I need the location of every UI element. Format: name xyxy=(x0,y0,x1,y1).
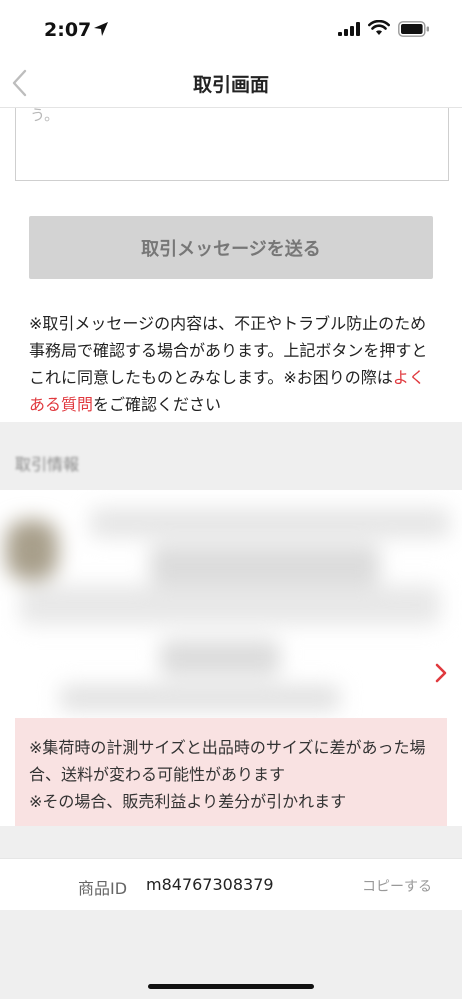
shipping-size-warning: ※集荷時の計測サイズと出品時のサイズに差があった場合、送料が変わる可能性がありま… xyxy=(15,718,447,826)
blurred-text-line xyxy=(90,508,450,538)
blurred-item-details xyxy=(0,490,462,718)
send-message-button[interactable]: 取引メッセージを送る xyxy=(29,216,433,279)
product-id-label: 商品ID xyxy=(78,879,128,898)
product-id-row: 商品ID m84767308379 コピーする xyxy=(0,858,462,910)
status-bar: 2:07 xyxy=(0,0,462,58)
product-id-value: m84767308379 xyxy=(146,875,274,894)
warning-line-2: ※その場合、販売利益より差分が引かれます xyxy=(29,792,347,811)
message-notice: ※取引メッセージの内容は、不正やトラブル防止のため事務局で確認する場合があります… xyxy=(29,310,439,418)
location-arrow-icon xyxy=(94,22,108,36)
cellular-signal-icon xyxy=(338,22,360,36)
item-thumbnail xyxy=(6,520,58,580)
notice-text: ※取引メッセージの内容は、不正やトラブル防止のため事務局で確認する場合があります… xyxy=(29,314,428,387)
transaction-item-card[interactable] xyxy=(0,490,462,718)
blurred-text-line xyxy=(160,640,280,676)
wifi-icon xyxy=(368,20,390,35)
warning-line-1: ※集荷時の計測サイズと出品時のサイズに差があった場合、送料が変わる可能性がありま… xyxy=(29,738,426,784)
chevron-right-icon[interactable] xyxy=(432,660,450,686)
blurred-text-line xyxy=(60,685,340,711)
section-title: 取引情報 xyxy=(15,455,80,474)
status-time: 2:07 xyxy=(44,19,92,41)
blurred-text-line xyxy=(150,545,380,585)
notice-text-end: をご確認ください xyxy=(93,395,222,414)
navigation-bar: 取引画面 xyxy=(0,58,462,108)
message-placeholder: う。 xyxy=(30,106,60,124)
battery-icon xyxy=(398,21,429,37)
transaction-info-header: 取引情報 xyxy=(0,422,462,492)
message-textarea[interactable]: う。 xyxy=(15,106,449,181)
copy-button[interactable]: コピーする xyxy=(362,876,432,896)
section-divider xyxy=(0,826,462,858)
blurred-text-line xyxy=(20,585,440,625)
home-indicator[interactable] xyxy=(148,984,314,989)
page-title: 取引画面 xyxy=(192,74,269,96)
